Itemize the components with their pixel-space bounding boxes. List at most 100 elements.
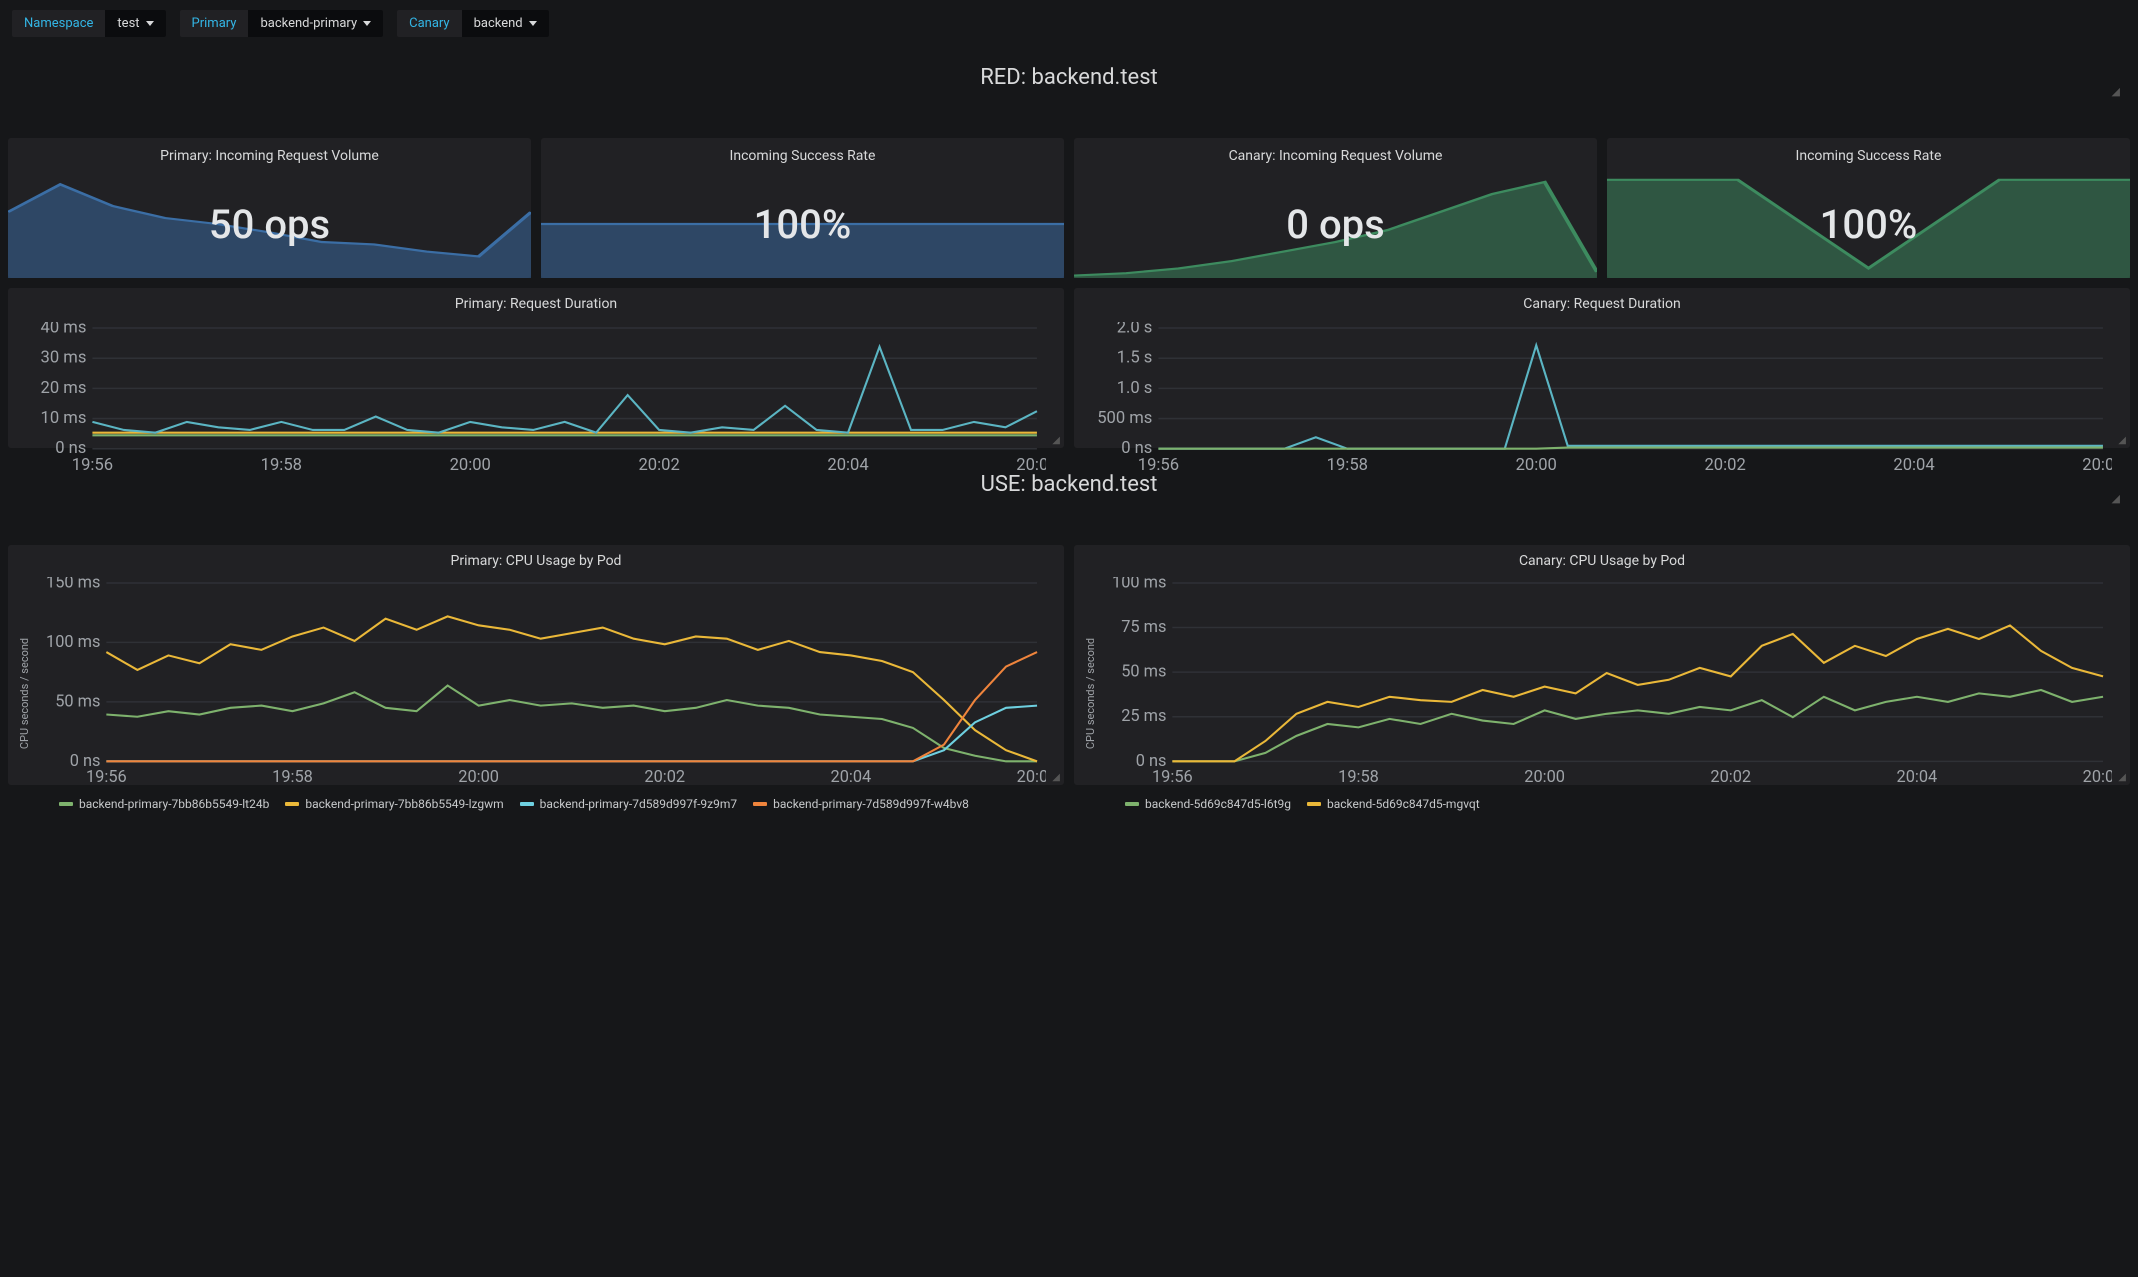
panel-canary-success-rate[interactable]: Incoming Success Rate 100% [1607,138,2130,278]
svg-text:1.0 s: 1.0 s [1117,379,1153,398]
legend-swatch [285,802,299,806]
svg-text:30 ms: 30 ms [41,349,87,368]
svg-text:20:04: 20:04 [1897,767,1938,785]
panel-primary-cpu[interactable]: Primary: CPU Usage by Pod CPU seconds / … [8,545,1064,785]
panel-primary-success-rate[interactable]: Incoming Success Rate 100% [541,138,1064,278]
svg-text:150 ms: 150 ms [46,577,100,591]
y-axis-label: CPU seconds / second [1084,575,1097,811]
svg-text:20:00: 20:00 [458,767,499,785]
svg-text:100 ms: 100 ms [1112,577,1166,591]
legend-label: backend-primary-7d589d997f-w4bv8 [773,797,969,811]
svg-text:25 ms: 25 ms [1121,706,1166,725]
panel-primary-request-duration[interactable]: Primary: Request Duration 0 ns10 ms20 ms… [8,288,1064,448]
filter-primary-text: backend-primary [260,16,357,31]
y-axis-label: CPU seconds / second [18,575,31,811]
svg-text:2.0 s: 2.0 s [1117,322,1153,338]
svg-text:20:04: 20:04 [831,767,872,785]
legend-item[interactable]: backend-primary-7d589d997f-w4bv8 [753,797,969,811]
legend-swatch [59,802,73,806]
chart-canary-cpu: 0 ns25 ms50 ms75 ms100 ms19:5619:5820:00… [1101,577,2112,785]
panel-primary-incoming-volume[interactable]: Primary: Incoming Request Volume 50 ops [8,138,531,278]
panel-title: Incoming Success Rate [541,138,1064,170]
panel-canary-incoming-volume[interactable]: Canary: Incoming Request Volume 0 ops [1074,138,1597,278]
legend-item[interactable]: backend-primary-7bb86b5549-lzgwm [285,797,503,811]
legend-item[interactable]: backend-primary-7bb86b5549-lt24b [59,797,269,811]
section-use-title[interactable]: USE: backend.test ◢ [8,458,2130,545]
svg-text:50 ms: 50 ms [55,691,100,710]
legend-primary-cpu: backend-primary-7bb86b5549-lt24b backend-… [31,791,1054,811]
legend-swatch [520,802,534,806]
filter-namespace: Namespace test [12,10,166,37]
svg-text:20 ms: 20 ms [41,379,87,398]
filter-bar: Namespace test Primary backend-primary C… [8,8,2130,51]
legend-canary-cpu: backend-5d69c847d5-l6t9g backend-5d69c847… [1097,791,2120,811]
stat-value: 0 ops [1074,170,1597,278]
legend-item[interactable]: backend-primary-7d589d997f-9z9m7 [520,797,737,811]
filter-primary-label[interactable]: Primary [180,10,249,37]
stat-value: 100% [1607,170,2130,278]
stat-value: 100% [541,170,1064,278]
chart-canary-request-duration: 0 ns500 ms1.0 s1.5 s2.0 s19:5619:5820:00… [1086,322,2112,473]
filter-primary: Primary backend-primary [180,10,384,37]
chevron-down-icon [363,21,371,26]
panel-title: Canary: Incoming Request Volume [1074,138,1597,170]
filter-primary-value[interactable]: backend-primary [248,10,383,37]
legend-label: backend-primary-7bb86b5549-lt24b [79,797,269,811]
svg-text:20:02: 20:02 [1710,767,1751,785]
row-request-duration: Primary: Request Duration 0 ns10 ms20 ms… [8,288,2130,448]
legend-label: backend-primary-7d589d997f-9z9m7 [540,797,737,811]
row-stats: Primary: Incoming Request Volume 50 ops … [8,138,2130,278]
row-cpu: Primary: CPU Usage by Pod CPU seconds / … [8,545,2130,785]
svg-text:19:56: 19:56 [86,767,127,785]
resize-icon: ◢ [2118,435,2126,446]
stat-value: 50 ops [8,170,531,278]
svg-text:40 ms: 40 ms [41,322,87,338]
legend-item[interactable]: backend-5d69c847d5-mgvqt [1307,797,1480,811]
panel-title: Primary: CPU Usage by Pod [18,553,1054,575]
svg-text:10 ms: 10 ms [41,409,87,428]
legend-swatch [1307,802,1321,806]
legend-swatch [753,802,767,806]
svg-text:19:56: 19:56 [1152,767,1193,785]
filter-canary-value[interactable]: backend [462,10,549,37]
section-red-title-text: RED: backend.test [980,65,1158,90]
filter-namespace-label[interactable]: Namespace [12,10,105,37]
svg-text:20:02: 20:02 [644,767,685,785]
section-use-title-text: USE: backend.test [981,472,1158,497]
chevron-down-icon [529,21,537,26]
svg-text:1.5 s: 1.5 s [1117,349,1153,368]
resize-icon: ◢ [2112,492,2120,505]
panel-canary-cpu[interactable]: Canary: CPU Usage by Pod CPU seconds / s… [1074,545,2130,785]
svg-text:100 ms: 100 ms [46,632,100,651]
legend-label: backend-5d69c847d5-mgvqt [1327,797,1480,811]
section-red-title[interactable]: RED: backend.test ◢ [8,51,2130,138]
legend-item[interactable]: backend-5d69c847d5-l6t9g [1125,797,1291,811]
filter-namespace-value[interactable]: test [105,10,165,37]
svg-text:19:58: 19:58 [272,767,313,785]
resize-icon: ◢ [2112,85,2120,98]
resize-icon: ◢ [1052,435,1060,446]
chart-primary-cpu: 0 ns50 ms100 ms150 ms19:5619:5820:0020:0… [35,577,1046,785]
panel-title: Incoming Success Rate [1607,138,2130,170]
svg-text:50 ms: 50 ms [1121,662,1166,681]
svg-text:20:00: 20:00 [1524,767,1565,785]
legend-label: backend-5d69c847d5-l6t9g [1145,797,1291,811]
panel-canary-request-duration[interactable]: Canary: Request Duration 0 ns500 ms1.0 s… [1074,288,2130,448]
filter-canary-label[interactable]: Canary [397,10,461,37]
svg-text:19:58: 19:58 [1338,767,1379,785]
legend-label: backend-primary-7bb86b5549-lzgwm [305,797,503,811]
filter-canary: Canary backend [397,10,549,37]
filter-namespace-text: test [117,16,139,31]
svg-text:20:06: 20:06 [1017,767,1046,785]
filter-canary-text: backend [474,16,523,31]
svg-text:20:06: 20:06 [2083,767,2112,785]
panel-title: Primary: Incoming Request Volume [8,138,531,170]
panel-title: Primary: Request Duration [18,296,1054,318]
panel-title: Canary: Request Duration [1084,296,2120,318]
svg-text:75 ms: 75 ms [1121,617,1166,636]
svg-text:500 ms: 500 ms [1097,409,1152,428]
legend-swatch [1125,802,1139,806]
chevron-down-icon [146,21,154,26]
panel-title: Canary: CPU Usage by Pod [1084,553,2120,575]
chart-primary-request-duration: 0 ns10 ms20 ms30 ms40 ms19:5619:5820:002… [20,322,1046,473]
